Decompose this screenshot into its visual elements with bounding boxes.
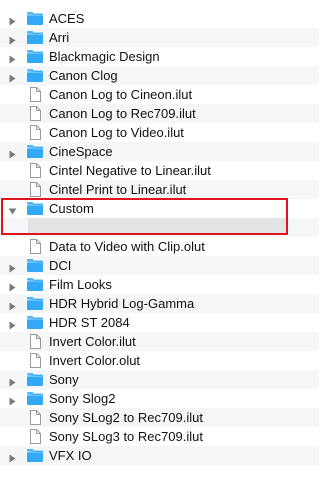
item-label: Sony Slog2 xyxy=(49,391,116,406)
document-icon xyxy=(28,87,42,105)
document-icon xyxy=(28,163,42,181)
disclosure-collapsed-icon[interactable] xyxy=(8,147,16,159)
item-label: DCI xyxy=(49,258,72,273)
folder-icon xyxy=(26,144,44,162)
document-icon xyxy=(28,125,42,143)
item-label: Blackmagic Design xyxy=(49,49,160,64)
folder-icon xyxy=(26,296,44,314)
list-item-sony-slog2[interactable]: Sony Slog2 xyxy=(0,389,319,408)
list-item-cinespace[interactable]: CineSpace xyxy=(0,142,319,161)
list-item-hdr-st-2084[interactable]: HDR ST 2084 xyxy=(0,313,319,332)
item-label: Film Looks xyxy=(49,277,112,292)
list-item-invert-color-ilut[interactable]: Invert Color.ilut xyxy=(0,332,319,351)
document-icon xyxy=(28,106,42,124)
disclosure-collapsed-icon[interactable] xyxy=(8,299,16,311)
folder-icon xyxy=(26,49,44,67)
list-item-aces[interactable]: ACES xyxy=(0,9,319,28)
disclosure-collapsed-icon[interactable] xyxy=(8,52,16,64)
folder-icon xyxy=(26,68,44,86)
list-item-hdr-hybrid-log-gamma[interactable]: HDR Hybrid Log-Gamma xyxy=(0,294,319,313)
document-icon xyxy=(28,334,42,352)
item-label: VFX IO xyxy=(49,448,92,463)
document-icon xyxy=(28,353,42,371)
list-item-invert-color-olut[interactable]: Invert Color.olut xyxy=(0,351,319,370)
document-icon xyxy=(28,410,42,428)
disclosure-collapsed-icon[interactable] xyxy=(8,71,16,83)
disclosure-expanded-icon[interactable] xyxy=(8,204,17,215)
disclosure-collapsed-icon[interactable] xyxy=(8,280,16,292)
folder-icon xyxy=(26,391,44,409)
list-item-cintel-print-to-linear[interactable]: Cintel Print to Linear.ilut xyxy=(0,180,319,199)
list-item-vfx-io[interactable]: VFX IO xyxy=(0,446,319,465)
item-label: Invert Color.ilut xyxy=(49,334,136,349)
list-item-data-to-video-with-clip[interactable]: Data to Video with Clip.olut xyxy=(0,237,319,256)
item-label: ACES xyxy=(49,11,85,26)
item-label: Canon Clog xyxy=(49,68,118,83)
document-icon xyxy=(28,429,42,447)
folder-icon xyxy=(26,448,44,466)
disclosure-collapsed-icon[interactable] xyxy=(8,375,16,387)
document-icon xyxy=(28,182,42,200)
item-label: Sony SLog2 to Rec709.ilut xyxy=(49,410,203,425)
item-label: Custom xyxy=(49,201,94,216)
list-item-canon-log-to-cineon[interactable]: Canon Log to Cineon.ilut xyxy=(0,85,319,104)
folder-icon xyxy=(26,30,44,48)
folder-icon xyxy=(26,11,44,29)
item-label: HDR Hybrid Log-Gamma xyxy=(49,296,195,311)
folder-icon xyxy=(26,315,44,333)
list-item-film-looks[interactable]: Film Looks xyxy=(0,275,319,294)
list-item-sony[interactable]: Sony xyxy=(0,370,319,389)
folder-icon xyxy=(26,372,44,390)
item-label: Canon Log to Cineon.ilut xyxy=(49,87,193,102)
item-label: CineSpace xyxy=(49,144,113,159)
item-label: Canon Log to Rec709.ilut xyxy=(49,106,196,121)
list-item-sony-slog2-to-rec709[interactable]: Sony SLog2 to Rec709.ilut xyxy=(0,408,319,427)
document-icon xyxy=(28,239,42,257)
list-item-dci[interactable]: DCI xyxy=(0,256,319,275)
item-label: Sony xyxy=(49,372,79,387)
item-label: Cintel Negative to Linear.ilut xyxy=(49,163,211,178)
item-label: Cintel Print to Linear.ilut xyxy=(49,182,187,197)
list-item-canon-clog[interactable]: Canon Clog xyxy=(0,66,319,85)
item-label: Canon Log to Video.ilut xyxy=(49,125,184,140)
item-label: Data to Video with Clip.olut xyxy=(49,239,205,254)
folder-icon xyxy=(26,277,44,295)
disclosure-collapsed-icon[interactable] xyxy=(8,33,16,45)
disclosure-collapsed-icon[interactable] xyxy=(8,14,16,26)
item-label: Sony SLog3 to Rec709.ilut xyxy=(49,429,203,444)
list-item-canon-log-to-rec709[interactable]: Canon Log to Rec709.ilut xyxy=(0,104,319,123)
list-item-cintel-negative-to-linear[interactable]: Cintel Negative to Linear.ilut xyxy=(0,161,319,180)
file-list: ACES Arri Blackmagic Design Canon Clog Canon… xyxy=(0,0,319,490)
disclosure-collapsed-icon[interactable] xyxy=(8,318,16,330)
list-item-canon-log-to-video[interactable]: Canon Log to Video.ilut xyxy=(0,123,319,142)
list-item-custom[interactable]: Custom xyxy=(0,199,319,218)
list-item-sony-slog3-to-rec709[interactable]: Sony SLog3 to Rec709.ilut xyxy=(0,427,319,446)
item-label: Invert Color.olut xyxy=(49,353,141,368)
disclosure-collapsed-icon[interactable] xyxy=(8,261,16,273)
item-label: HDR ST 2084 xyxy=(49,315,130,330)
folder-icon xyxy=(26,258,44,276)
list-item-blackmagic-design[interactable]: Blackmagic Design xyxy=(0,47,319,66)
selected-file-background xyxy=(28,218,286,234)
list-item-arri[interactable]: Arri xyxy=(0,28,319,47)
disclosure-collapsed-icon[interactable] xyxy=(8,394,16,406)
item-label: Arri xyxy=(49,30,70,45)
disclosure-collapsed-icon[interactable] xyxy=(8,451,16,463)
folder-icon xyxy=(26,201,44,219)
